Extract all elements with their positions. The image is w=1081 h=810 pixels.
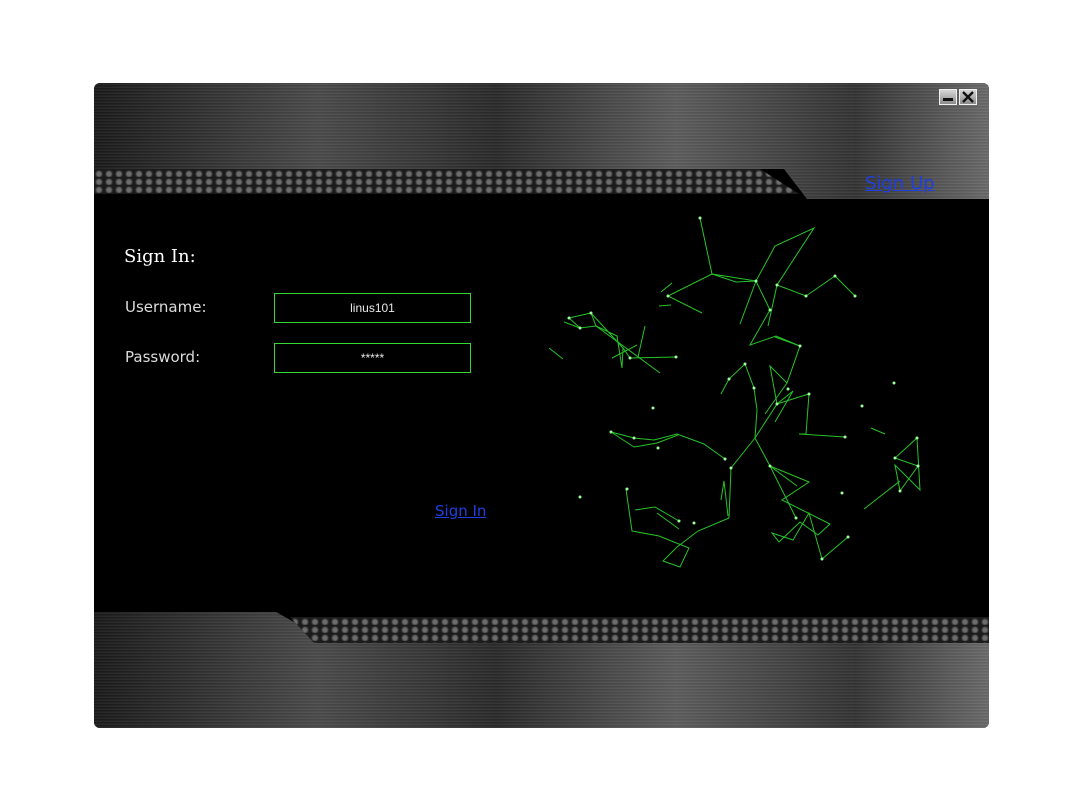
close-icon [962,91,974,103]
minimize-icon [943,98,953,101]
sign-in-heading: Sign In: [124,246,196,267]
username-input[interactable]: linus101 [274,293,471,323]
login-window: Sign Up Sign In: Username: linus101 Pass… [94,83,989,728]
password-input[interactable]: ***** [274,343,471,373]
sign-up-link[interactable]: Sign Up [865,173,935,194]
top-mesh-strip [94,169,799,194]
minimize-button[interactable] [939,89,957,105]
network-graph-icon [548,216,921,568]
sign-in-link[interactable]: Sign In [435,502,486,520]
username-label: Username: [125,298,207,316]
close-button[interactable] [959,89,977,105]
bottom-mesh-strip [290,617,989,643]
password-label: Password: [125,348,201,366]
